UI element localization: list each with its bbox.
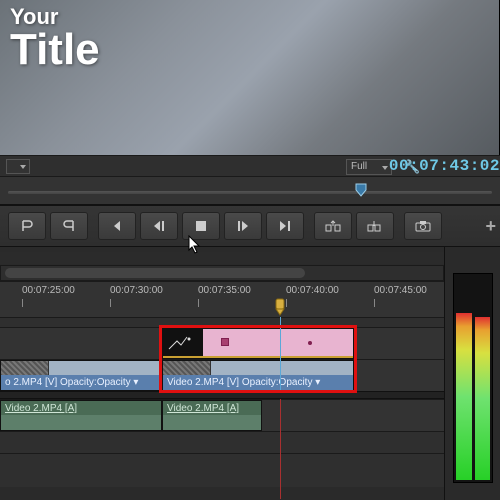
audio-waveform [163,415,261,430]
clip-label: Video 2.MP4 [A] [5,403,77,414]
playhead-line [280,317,281,391]
extract-button[interactable] [356,212,394,240]
audio-meter-panel [444,247,500,500]
meter-left [456,276,472,480]
video-track-v2[interactable] [0,327,444,359]
clip-rubberband[interactable] [163,356,353,358]
resolution-dropdown[interactable]: Full [346,159,392,175]
solo-record-bar [0,252,444,264]
title-clip[interactable] [162,328,354,359]
keyframe-icon[interactable] [221,338,229,346]
monitor-scrub-bar[interactable] [0,177,500,205]
transport-bar: + [0,205,500,247]
lift-button[interactable] [314,212,352,240]
timeline-scrollbar[interactable] [0,265,444,281]
audio-track-a1[interactable]: Video 2.MP4 [A] Video 2.MP4 [A] [0,399,444,431]
scrub-playhead-icon[interactable] [355,183,365,195]
scrub-track[interactable] [8,191,492,194]
timeline-tracks: o 2.MP4 [V] Opacity:Opacity ▾ Video 2.MP… [0,317,444,487]
title-line2: Title [10,30,100,70]
keyframe-dot-icon[interactable] [308,341,312,345]
clip-label: Video 2.MP4 [A] [167,403,239,414]
mouse-cursor-icon [188,235,202,255]
meter-right [475,276,491,480]
ruler-tick: 00:07:25:00 [22,285,75,296]
clip-thumbnail [163,361,211,376]
go-to-in-button[interactable] [98,212,136,240]
ruler-tick: 00:07:30:00 [110,285,163,296]
audio-waveform [1,415,161,430]
step-forward-button[interactable] [224,212,262,240]
edit-line [280,399,281,499]
program-monitor[interactable]: Your Title [0,0,500,155]
step-back-button[interactable] [140,212,178,240]
timeline-scroll-thumb[interactable] [5,268,305,278]
video-track-v1[interactable]: o 2.MP4 [V] Opacity:Opacity ▾ Video 2.MP… [0,359,444,391]
clip-label: Video 2.MP4 [V] Opacity:Opacity ▾ [167,377,320,388]
monitor-controls-bar: Full 🔧 00:07:43:02 [0,155,500,177]
track-divider [0,391,444,399]
button-editor-icon[interactable]: + [485,216,496,237]
mark-out-button[interactable] [50,212,88,240]
program-timecode[interactable]: 00:07:43:02 [389,157,500,175]
zoom-dropdown[interactable] [6,159,30,174]
clip-thumbnail [163,329,203,358]
clip-thumbnail [1,361,49,376]
clip-label: o 2.MP4 [V] Opacity:Opacity ▾ [5,377,138,388]
video-clip[interactable]: o 2.MP4 [V] Opacity:Opacity ▾ [0,360,162,391]
mark-in-button[interactable] [8,212,46,240]
go-to-out-button[interactable] [266,212,304,240]
title-preview: Your Title [10,4,100,70]
timeline-ruler[interactable]: 00:07:25:00 00:07:30:00 00:07:35:00 00:0… [0,281,444,317]
audio-clip[interactable]: Video 2.MP4 [A] [0,400,162,431]
audio-track-a2[interactable] [0,431,444,453]
ruler-tick: 00:07:40:00 [286,285,339,296]
export-frame-button[interactable] [404,212,442,240]
playhead-marker-icon[interactable] [273,298,287,316]
audio-clip[interactable]: Video 2.MP4 [A] [162,400,262,431]
audio-track-a3[interactable] [0,453,444,487]
ruler-tick: 00:07:45:00 [374,285,427,296]
ruler-tick: 00:07:35:00 [198,285,251,296]
video-track-v3[interactable] [0,317,444,327]
video-clip[interactable]: Video 2.MP4 [V] Opacity:Opacity ▾ [162,360,354,391]
audio-meters [453,273,493,483]
